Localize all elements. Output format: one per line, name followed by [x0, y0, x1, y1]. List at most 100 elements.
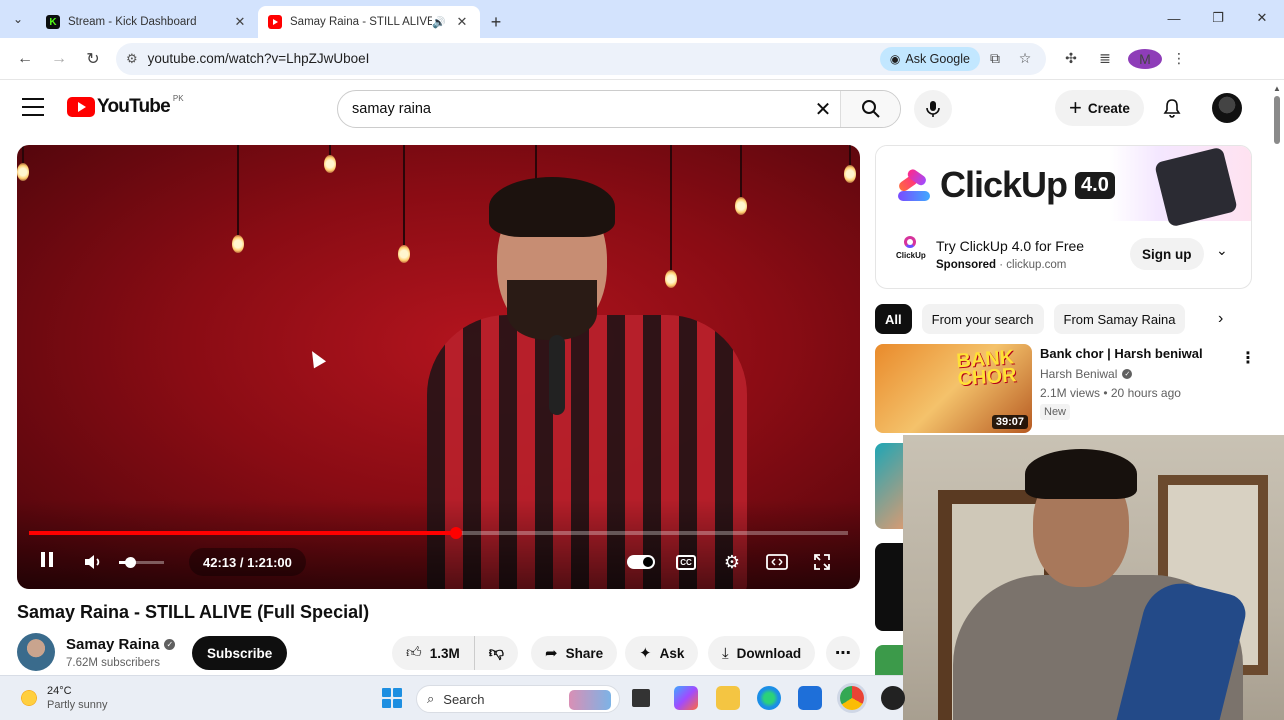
weather-widget[interactable]: 24°C Partly sunny [18, 684, 108, 712]
share-label: Share [565, 645, 604, 661]
verified-check-icon: ✓ [164, 639, 176, 650]
captions-button[interactable]: CC [670, 548, 702, 576]
taskbar-search[interactable]: ⌕ Search [416, 685, 620, 713]
ad-signup-button[interactable]: Sign up [1130, 238, 1204, 270]
browser-tab-youtube[interactable]: Samay Raina - STILL ALIVE ( 🔊 ✕ [258, 6, 480, 38]
profile-avatar[interactable]: M [1128, 48, 1162, 69]
channel-name[interactable]: Samay Raina [66, 636, 159, 653]
clickup-logo: ClickUp 4.0 [896, 164, 1115, 206]
recommendation-menu-icon[interactable]: ⋮ [1240, 348, 1256, 368]
theater-mode-button[interactable] [761, 548, 793, 576]
obs-icon[interactable] [881, 686, 905, 710]
new-tab-button[interactable]: + [480, 6, 512, 38]
bookmark-star-icon[interactable]: ☆ [1010, 50, 1040, 67]
kick-favicon-icon: K [46, 15, 60, 29]
close-window-icon[interactable]: ✕ [1240, 0, 1284, 36]
back-arrow-icon[interactable]: ← [8, 44, 42, 74]
recommendation-thumbnail[interactable] [875, 543, 905, 631]
volume-icon [85, 555, 100, 569]
close-tab-icon[interactable]: ✕ [232, 14, 248, 30]
chip-all[interactable]: All [875, 304, 912, 334]
dislike-button[interactable]: 👎︎ [475, 636, 518, 670]
like-button[interactable]: 👍︎ 1.3M [392, 636, 475, 670]
chip-from-samay-raina[interactable]: From Samay Raina [1053, 304, 1186, 334]
video-title: Samay Raina - STILL ALIVE (Full Special) [17, 602, 370, 622]
task-view-icon[interactable] [632, 689, 650, 707]
extensions-icon[interactable]: ✣ [1054, 50, 1088, 67]
file-explorer-icon[interactable] [716, 686, 740, 710]
edge-browser-icon[interactable] [757, 686, 781, 710]
pause-button[interactable] [39, 550, 55, 574]
channel-name-row[interactable]: Samay Raina ✓ [66, 636, 176, 653]
microsoft-store-icon[interactable] [798, 686, 822, 710]
share-button[interactable]: ➦ Share [531, 636, 618, 670]
url-text[interactable]: youtube.com/watch?v=LhpZJwUboeI [148, 51, 880, 66]
restore-icon[interactable]: ❐ [1196, 0, 1240, 36]
video-duration: 39:07 [991, 415, 1028, 429]
volume-slider[interactable] [119, 557, 164, 568]
fullscreen-button[interactable] [806, 548, 838, 576]
recommendation-thumbnail[interactable] [875, 645, 905, 675]
recommendation-thumbnail[interactable] [875, 443, 905, 529]
share-arrow-icon: ➦ [545, 645, 558, 662]
sponsored-ad-card[interactable]: ClickUp 4.0 ClickUp Try ClickUp 4.0 for … [875, 145, 1252, 289]
clear-search-icon[interactable]: ✕ [806, 97, 840, 122]
address-bar[interactable]: ⚙ youtube.com/watch?v=LhpZJwUboeI ◉ Ask G… [116, 42, 1046, 75]
chip-from-your-search[interactable]: From your search [921, 304, 1044, 334]
hamburger-menu-icon[interactable] [22, 98, 44, 116]
account-avatar[interactable] [1212, 93, 1242, 123]
ask-button[interactable]: ✦ Ask [625, 636, 699, 670]
chevron-right-icon[interactable]: › [1218, 310, 1223, 328]
fullscreen-icon [814, 554, 830, 570]
time-display: 42:13 / 1:21:00 [189, 548, 306, 576]
weather-condition: Partly sunny [47, 699, 108, 711]
recommendation-title[interactable]: Bank chor | Harsh beniwal [1040, 346, 1203, 361]
reload-icon[interactable]: ↻ [76, 44, 110, 74]
scroll-up-icon[interactable]: ▲ [1273, 84, 1281, 93]
browser-tab-kick[interactable]: K Stream - Kick Dashboard ✕ [36, 6, 258, 38]
speaker-icon[interactable]: 🔊 [432, 16, 446, 29]
copilot-icon[interactable] [674, 686, 698, 710]
windows-taskbar: 24°C Partly sunny ⌕ Search [0, 675, 905, 720]
forward-arrow-icon[interactable]: → [42, 44, 76, 74]
create-button[interactable]: + Create [1055, 90, 1144, 126]
microphone-icon [926, 101, 940, 117]
recommendation-channel[interactable]: Harsh Beniwal [1040, 367, 1117, 381]
like-count: 1.3M [429, 645, 460, 661]
notifications-button[interactable] [1158, 94, 1186, 122]
sparkle-icon: ✦ [639, 645, 652, 662]
ask-label: Ask [659, 645, 685, 661]
minimize-icon[interactable]: — [1152, 0, 1196, 36]
kebab-menu-icon[interactable]: ⋮ [1162, 50, 1196, 67]
progress-bar[interactable] [29, 527, 848, 539]
scrollbar-thumb[interactable] [1274, 96, 1280, 144]
subscribe-button[interactable]: Subscribe [192, 636, 288, 670]
tab-search-button[interactable]: ⌄ [0, 0, 36, 38]
more-actions-button[interactable]: ⋯ [826, 636, 860, 670]
media-controls-icon[interactable]: ≣ [1088, 50, 1122, 67]
progress-scrubber[interactable] [449, 527, 462, 539]
settings-button[interactable]: ⚙ [716, 548, 748, 576]
search-input[interactable]: samay raina [338, 101, 806, 117]
chevron-down-icon[interactable]: ⌄ [1216, 242, 1228, 259]
pause-icon [39, 552, 55, 572]
close-tab-icon[interactable]: ✕ [454, 14, 470, 30]
voice-search-button[interactable] [914, 90, 952, 128]
ask-google-button[interactable]: ◉ Ask Google [879, 46, 980, 71]
hanging-bulb [324, 145, 336, 173]
window-controls: — ❐ ✕ [1152, 0, 1284, 36]
autoplay-toggle[interactable] [625, 548, 657, 576]
channel-avatar[interactable] [17, 633, 55, 671]
ad-title[interactable]: Try ClickUp 4.0 for Free [936, 238, 1084, 254]
recommendation-thumbnail[interactable]: BANK CHOR 39:07 [875, 344, 1032, 433]
youtube-logo[interactable]: YouTube PK [67, 94, 184, 118]
mute-button[interactable] [83, 550, 103, 574]
search-highlight-image [569, 690, 611, 710]
windows-start-icon[interactable] [382, 688, 402, 708]
search-button[interactable] [840, 91, 900, 127]
video-player[interactable]: 42:13 / 1:21:00 CC ⚙ [17, 145, 860, 589]
site-info-icon[interactable]: ⚙ [126, 51, 138, 67]
install-app-icon[interactable]: ⧉ [980, 50, 1010, 67]
chrome-icon[interactable] [840, 686, 864, 710]
download-button[interactable]: ⤓ Download [708, 636, 816, 670]
